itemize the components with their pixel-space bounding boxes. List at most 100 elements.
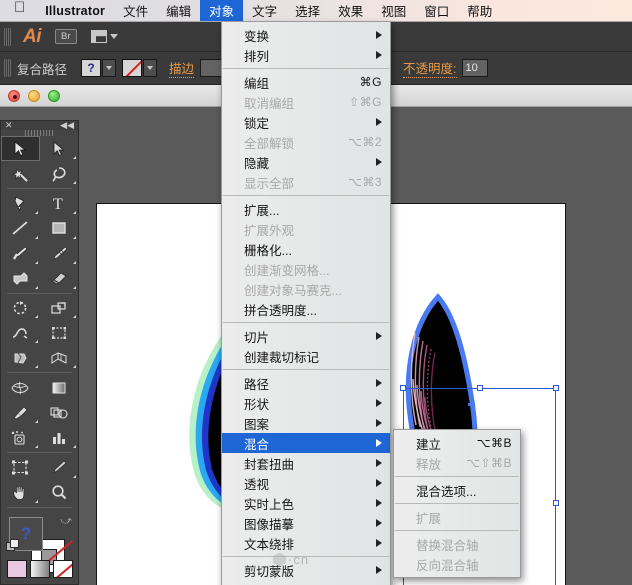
shape-builder-tool[interactable] (1, 266, 40, 291)
default-fill-stroke-icon[interactable] (6, 539, 19, 552)
none-mode-button[interactable] (52, 560, 73, 579)
blend-submenu[interactable]: 建立 ⌥⌘B 释放 ⌥⇧⌘B 混合选项... 扩展 替换混合轴 反向混合轴 (393, 429, 521, 578)
double-chevron-left-icon[interactable]: ◀◀ (60, 121, 74, 130)
zoom-tool[interactable] (40, 480, 79, 505)
handle-mid-right[interactable] (553, 499, 559, 506)
object-menu-item[interactable]: 隐藏 (222, 152, 390, 172)
object-menu-item[interactable]: 文本绕排 (222, 533, 390, 553)
rotate-tool[interactable] (1, 295, 40, 320)
object-menu-item[interactable]: 拼合透明度... (222, 299, 390, 319)
object-menu-item[interactable]: 路径 (222, 373, 390, 393)
stroke-control[interactable] (122, 59, 158, 77)
zoom-button[interactable] (48, 89, 60, 102)
magic-wand-tool[interactable] (1, 161, 40, 186)
paintbrush-tool[interactable] (1, 241, 40, 266)
menubar-item-select[interactable]: 选择 (286, 0, 329, 21)
object-menu-item[interactable]: 锁定 (222, 112, 390, 132)
object-menu-item[interactable]: 图像描摹 (222, 513, 390, 533)
handle-top-left[interactable] (400, 385, 406, 391)
stroke-dropdown[interactable] (143, 59, 158, 77)
menubar-item-file[interactable]: 文件 (114, 0, 157, 21)
fill-dropdown[interactable] (102, 59, 117, 77)
tools-group-view[interactable] (1, 455, 78, 505)
gradient-mode-button[interactable] (29, 560, 50, 579)
stroke-weight-label[interactable]: 描边 (169, 58, 195, 78)
object-menu-dropdown[interactable]: 变换 排列 编组 ⌘G 取消编组 ⇧⌘G 锁定 全部解锁 ⌥⌘2 隐藏 显示全部 ⌥⌘3 扩展... 扩展… (221, 22, 391, 585)
symbol-sprayer-tool[interactable] (1, 425, 40, 450)
stroke-swatch-control[interactable] (122, 59, 143, 77)
object-menu-item[interactable]: 实时上色 (222, 493, 390, 513)
fill-stroke-controls[interactable]: ? ⤻ (1, 513, 78, 574)
tools-group-selection[interactable] (1, 136, 78, 186)
bridge-button[interactable]: Br (55, 28, 77, 45)
close-icon[interactable]: ✕ (5, 121, 13, 130)
direct-selection-tool[interactable] (40, 136, 79, 161)
object-menu-item[interactable]: 编组 ⌘G (222, 72, 390, 92)
column-graph-tool[interactable] (40, 425, 79, 450)
artboard-tool[interactable] (1, 455, 40, 480)
selection-tool[interactable] (1, 136, 40, 162)
tools-group-paint[interactable] (1, 375, 78, 450)
rectangle-tool[interactable] (40, 216, 79, 241)
scale-tool[interactable] (40, 295, 79, 320)
mesh-tool[interactable] (1, 375, 40, 400)
blend-tool[interactable] (40, 400, 79, 425)
apple-logo-icon[interactable]:  (0, 0, 36, 21)
object-menu-item[interactable]: 透视 (222, 473, 390, 493)
tools-panel-header[interactable]: ✕ ◀◀ (1, 121, 78, 131)
menubar-item-edit[interactable]: 编辑 (157, 0, 200, 21)
swap-fill-stroke-icon[interactable]: ⤻ (60, 515, 72, 528)
shape-modes-tool[interactable] (1, 345, 40, 370)
color-mode-bar[interactable] (1, 557, 78, 584)
object-menu-item[interactable]: 复合路径 (222, 580, 390, 585)
handle-top-right[interactable] (553, 385, 559, 391)
slice-tool[interactable] (40, 455, 79, 480)
object-menu-item[interactable]: 变换 (222, 25, 390, 45)
close-button[interactable] (8, 89, 20, 102)
fill-control[interactable]: ? (81, 59, 117, 77)
object-menu-item[interactable]: 切片 (222, 326, 390, 346)
menubar-item-type[interactable]: 文字 (243, 0, 286, 21)
object-menu-item[interactable]: 创建裁切标记 (222, 346, 390, 366)
tools-group-draw[interactable]: T (1, 191, 78, 291)
type-tool[interactable]: T (40, 191, 79, 216)
minimize-button[interactable] (28, 89, 40, 102)
object-menu-item[interactable]: 混合 (222, 433, 390, 453)
handle-top-center[interactable] (476, 385, 483, 391)
object-menu-item[interactable]: 排列 (222, 45, 390, 65)
width-tool[interactable] (1, 320, 40, 345)
chevron-down-icon[interactable] (109, 34, 118, 39)
menubar-item-object[interactable]: 对象 (200, 0, 244, 21)
menubar-app-name[interactable]: Illustrator (36, 0, 114, 21)
eraser-tool[interactable] (40, 266, 79, 291)
object-menu-item[interactable]: 栅格化... (222, 239, 390, 259)
object-menu-item[interactable]: 形状 (222, 393, 390, 413)
pen-tool[interactable] (1, 191, 40, 216)
tools-group-transform[interactable] (1, 295, 78, 370)
menubar-item-window[interactable]: 窗口 (415, 0, 458, 21)
tools-panel[interactable]: ✕ ◀◀ T ? ⤻ (0, 120, 79, 585)
free-transform-tool[interactable] (40, 320, 79, 345)
menubar-item-view[interactable]: 视图 (372, 0, 415, 21)
blend-submenu-item[interactable]: 混合选项... (394, 480, 520, 500)
hand-tool[interactable] (1, 480, 40, 505)
opacity-field[interactable]: 10 (461, 59, 488, 77)
menubar-item-help[interactable]: 帮助 (458, 0, 501, 21)
perspective-grid-tool[interactable] (40, 345, 79, 370)
color-mode-button[interactable] (6, 560, 27, 579)
blob-brush-tool[interactable] (40, 241, 79, 266)
object-menu-item[interactable]: 扩展... (222, 199, 390, 219)
line-segment-tool[interactable] (1, 216, 40, 241)
gradient-tool[interactable] (40, 375, 79, 400)
fill-swatch-control[interactable]: ? (81, 59, 102, 77)
object-menu-item[interactable]: 图案 (222, 413, 390, 433)
mac-menubar[interactable]:  Illustrator 文件 编辑 对象 文字 选择 效果 视图 窗口 帮助 (0, 0, 632, 22)
blend-submenu-item[interactable]: 建立 ⌥⌘B (394, 433, 520, 453)
menubar-item-effect[interactable]: 效果 (329, 0, 372, 21)
object-menu-item[interactable]: 封套扭曲 (222, 453, 390, 473)
arrange-documents-icon[interactable] (90, 30, 118, 43)
controlbar-grip[interactable] (4, 59, 11, 77)
opacity-label[interactable]: 不透明度: (403, 58, 457, 78)
eyedropper-tool[interactable] (1, 400, 40, 425)
lasso-tool[interactable] (40, 161, 79, 186)
